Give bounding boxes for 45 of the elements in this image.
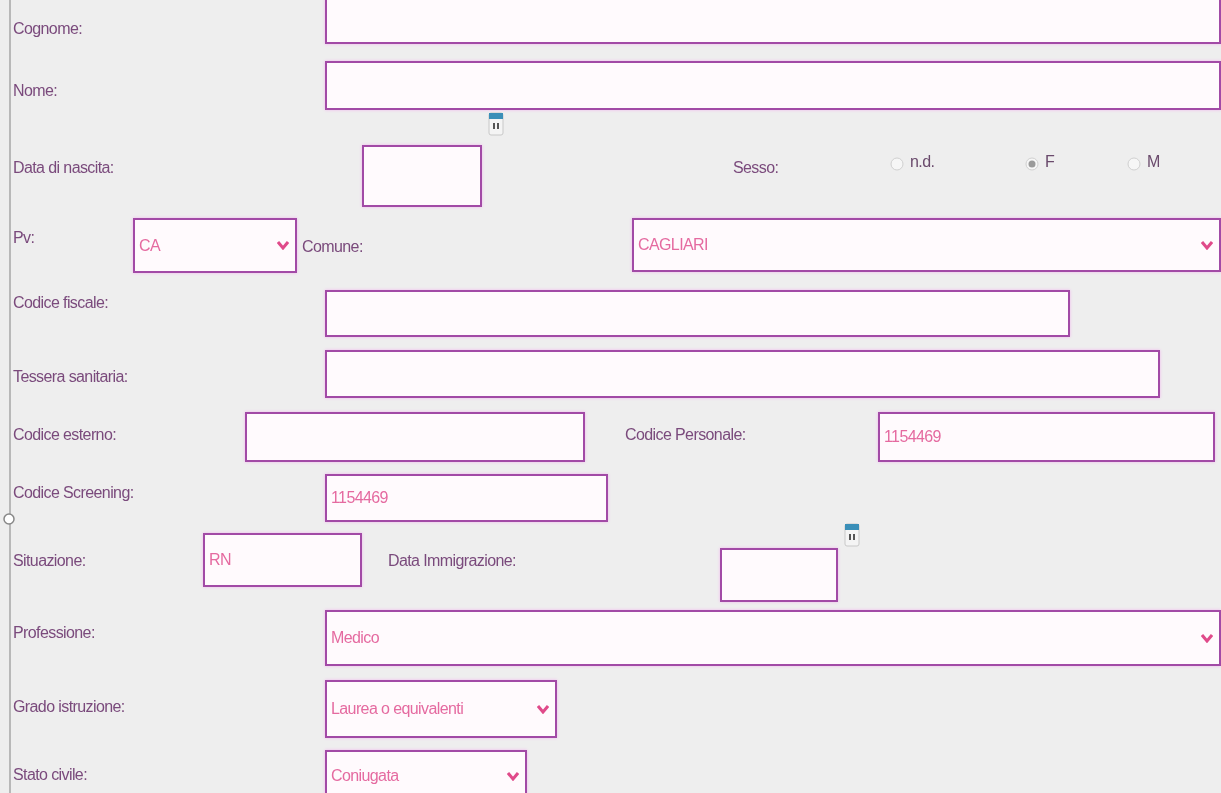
text-field[interactable]: 1154469 (325, 474, 608, 522)
circle-handle-icon[interactable] (3, 513, 15, 525)
date-field[interactable] (720, 548, 838, 602)
field-label: Codice fiscale: (13, 294, 110, 312)
field-label: Grado istruzione: (13, 698, 126, 716)
radio-button[interactable] (1127, 157, 1141, 171)
caret-icon (277, 241, 289, 250)
radio-option[interactable]: M (1127, 153, 1221, 171)
field-label: Pv: (13, 229, 36, 247)
dropdown[interactable]: Medico (325, 610, 1221, 666)
calendar-icon[interactable] (488, 111, 504, 137)
caret-icon (1201, 633, 1213, 643)
text-field[interactable] (325, 290, 1070, 337)
text-field[interactable]: 1154469 (878, 412, 1215, 462)
dropdown[interactable]: Laurea o equivalenti (325, 680, 557, 738)
text-field[interactable] (325, 350, 1160, 398)
field-label: Data Immigrazione: (388, 552, 517, 570)
field-label: Codice Personale: (625, 426, 747, 444)
dropdown[interactable]: CA (133, 218, 297, 273)
calendar-icon[interactable] (844, 522, 860, 548)
text-field[interactable] (325, 0, 1221, 44)
date-field[interactable] (362, 145, 482, 207)
field-label: Comune: (302, 238, 364, 256)
field-label: Cognome: (13, 20, 84, 38)
field-label: Codice esterno: (13, 426, 118, 444)
field-label: Tessera sanitaria: (13, 368, 129, 386)
field-label: Codice Screening: (13, 484, 135, 502)
caret-icon (1201, 240, 1213, 250)
radio-button[interactable] (1025, 157, 1039, 171)
text-field[interactable]: RN (203, 533, 362, 587)
field-label: Sesso: (733, 159, 780, 177)
field-label: Professione: (13, 624, 96, 642)
radio-option[interactable]: n.d. (890, 153, 1025, 171)
field-label: Data di nascita: (13, 159, 115, 177)
field-label: Stato civile: (13, 766, 88, 784)
field-label: Nome: (13, 82, 59, 100)
dropdown[interactable]: CAGLIARI (632, 218, 1221, 272)
field-label: Situazione: (13, 552, 87, 570)
radio-option[interactable]: F (1025, 153, 1127, 171)
text-field[interactable] (325, 61, 1221, 110)
caret-icon (537, 704, 549, 714)
caret-icon (507, 771, 519, 781)
dropdown[interactable]: Coniugata (325, 750, 527, 793)
text-field[interactable] (245, 412, 585, 462)
radio-button[interactable] (890, 157, 904, 171)
